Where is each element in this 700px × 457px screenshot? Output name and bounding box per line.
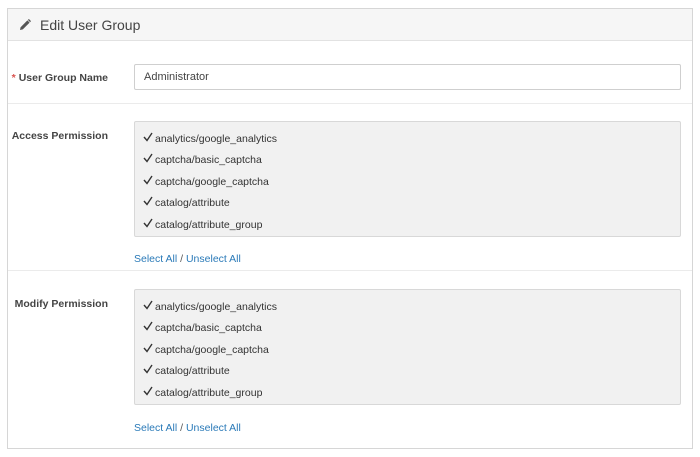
permission-label: captcha/basic_captcha: [155, 322, 262, 335]
user-group-name-input[interactable]: [134, 64, 681, 90]
permission-label: catalog/attribute: [155, 365, 230, 378]
list-item[interactable]: analytics/google_analytics: [135, 296, 680, 318]
checkbox-checked-icon[interactable]: [143, 153, 153, 163]
permission-label: captcha/basic_captcha: [155, 154, 262, 167]
list-item[interactable]: catalog/attribute: [135, 193, 680, 215]
list-item[interactable]: captcha/basic_captcha: [135, 318, 680, 340]
checkbox-checked-icon[interactable]: [143, 321, 153, 331]
list-item[interactable]: catalog/attribute_group: [135, 382, 680, 404]
access-permission-list[interactable]: analytics/google_analytics captcha/basic…: [134, 121, 681, 237]
access-permission-label: Access Permission: [11, 130, 108, 142]
checkbox-checked-icon[interactable]: [143, 386, 153, 396]
list-item[interactable]: catalog/attribute: [135, 361, 680, 383]
separator: /: [180, 253, 184, 265]
list-item[interactable]: captcha/basic_captcha: [135, 150, 680, 172]
modify-select-all-link[interactable]: Select All: [134, 422, 177, 434]
user-group-name-row: * User Group Name: [8, 41, 692, 104]
checkbox-checked-icon[interactable]: [143, 364, 153, 374]
access-select-links: Select All / Unselect All: [134, 253, 241, 265]
access-unselect-all-link[interactable]: Unselect All: [186, 253, 241, 265]
separator: /: [180, 422, 184, 434]
required-mark: *: [11, 72, 16, 84]
list-item[interactable]: captcha/google_captcha: [135, 171, 680, 193]
pencil-icon: [20, 18, 31, 30]
permission-label: catalog/attribute: [155, 197, 230, 210]
checkbox-checked-icon[interactable]: [143, 300, 153, 310]
modify-permission-row: Modify Permission analytics/google_analy…: [8, 271, 692, 449]
panel-heading: Edit User Group: [8, 9, 692, 41]
permission-label: analytics/google_analytics: [155, 132, 277, 145]
permission-label: analytics/google_analytics: [155, 300, 277, 313]
modify-select-links: Select All / Unselect All: [134, 422, 241, 434]
permission-label: catalog/attribute_group: [155, 218, 263, 231]
modify-unselect-all-link[interactable]: Unselect All: [186, 422, 241, 434]
access-select-all-link[interactable]: Select All: [134, 253, 177, 265]
permission-label: captcha/google_captcha: [155, 343, 269, 356]
checkbox-checked-icon[interactable]: [143, 175, 153, 185]
edit-user-group-panel: Edit User Group *User Group Name Access …: [7, 8, 693, 449]
list-item[interactable]: captcha/google_captcha: [135, 339, 680, 361]
checkbox-checked-icon[interactable]: [143, 343, 153, 353]
list-item[interactable]: analytics/google_analytics: [135, 128, 680, 150]
modify-permission-list[interactable]: analytics/google_analytics captcha/basic…: [134, 289, 681, 405]
checkbox-checked-icon[interactable]: [143, 132, 153, 142]
modify-permission-label: Modify Permission: [14, 298, 108, 310]
list-item[interactable]: catalog/attribute_group: [135, 214, 680, 236]
user-group-name-label: * User Group Name: [11, 72, 108, 84]
checkbox-checked-icon[interactable]: [143, 218, 153, 228]
page-title: Edit User Group: [40, 16, 141, 33]
permission-label: captcha/google_captcha: [155, 175, 269, 188]
permission-label: catalog/attribute_group: [155, 386, 263, 399]
access-permission-row: Access Permission analytics/google_analy…: [8, 104, 692, 271]
checkbox-checked-icon[interactable]: [143, 196, 153, 206]
